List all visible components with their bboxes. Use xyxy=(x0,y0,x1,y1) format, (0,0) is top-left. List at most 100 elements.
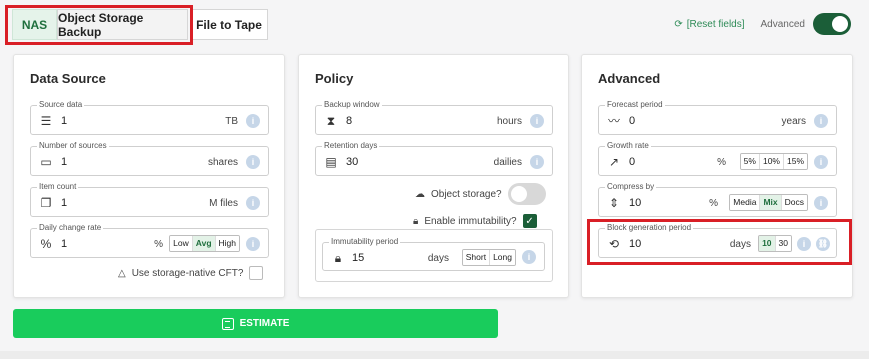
daily-change-rate-field[interactable]: Daily change rate % 1 % Low Avg High i xyxy=(30,223,269,258)
retention-days-value[interactable]: 30 xyxy=(346,156,358,168)
block-generation-period-label: Block generation period xyxy=(605,223,694,233)
copy-icon: ❐ xyxy=(40,196,52,210)
cft-checkbox[interactable] xyxy=(249,266,264,280)
policy-title: Policy xyxy=(315,71,354,86)
top-controls: ⟳ [Reset fields] Advanced xyxy=(674,13,851,35)
info-icon[interactable]: i xyxy=(246,114,260,128)
immutability-period-label: Immutability period xyxy=(329,237,401,247)
forecast-period-unit: years xyxy=(781,116,806,127)
preset-5[interactable]: 5% xyxy=(740,154,760,169)
growth-rate-field[interactable]: Growth rate ↗ 0 % 5% 10% 15% i xyxy=(598,141,837,176)
compress-by-value[interactable]: 10 xyxy=(629,197,641,209)
tab-nas[interactable]: NAS xyxy=(12,9,57,40)
growth-rate-unit: % xyxy=(717,157,726,168)
advanced-toggle[interactable] xyxy=(813,13,851,35)
reset-fields-link[interactable]: ⟳ [Reset fields] xyxy=(674,19,744,30)
number-of-sources-unit: shares xyxy=(207,157,238,168)
preset-low[interactable]: Low xyxy=(170,236,193,251)
lock-icon: 🔒︎ xyxy=(413,215,419,227)
retention-days-unit: dailies xyxy=(493,157,522,168)
growth-rate-value[interactable]: 0 xyxy=(629,156,635,168)
block-generation-period-unit: days xyxy=(729,239,751,250)
source-data-field[interactable]: Source data ☰ 1 TB i xyxy=(30,100,269,135)
daily-change-rate-unit: % xyxy=(154,239,163,250)
preset-high[interactable]: High xyxy=(215,236,239,251)
preset-docs[interactable]: Docs xyxy=(781,195,807,210)
immutability-checkbox[interactable]: ✓ xyxy=(522,214,537,228)
immutability-period-field[interactable]: Immutability period 🔒︎ 15 days Short Lon… xyxy=(322,237,545,271)
info-icon[interactable]: i xyxy=(246,155,260,169)
number-of-sources-label: Number of sources xyxy=(37,141,109,151)
compress-by-presets: Media Mix Docs xyxy=(729,194,808,211)
object-storage-row: ☁ Object storage? xyxy=(415,183,546,205)
cft-row: △ Use storage-native CFT? xyxy=(118,266,264,280)
mode-tabs: NAS Object Storage Backup File to Tape xyxy=(12,9,268,40)
preset-10-days[interactable]: 10 xyxy=(759,236,776,251)
preset-15[interactable]: 15% xyxy=(783,154,807,169)
block-generation-period-field[interactable]: Block generation period ⟲ 10 days 10 30 … xyxy=(598,223,837,258)
object-storage-toggle[interactable] xyxy=(507,183,546,205)
info-icon[interactable]: i xyxy=(814,196,828,210)
trend-line-icon: 〰 xyxy=(607,114,620,128)
daily-change-rate-value[interactable]: 1 xyxy=(61,238,67,250)
cft-label: Use storage-native CFT? xyxy=(131,267,244,279)
advanced-label: Advanced xyxy=(760,18,805,30)
daily-change-rate-label: Daily change rate xyxy=(37,223,104,233)
calendar-icon: ▤ xyxy=(325,155,337,169)
percent-icon: % xyxy=(40,237,52,251)
preset-short[interactable]: Short xyxy=(462,250,491,265)
forecast-period-value[interactable]: 0 xyxy=(629,115,635,127)
warning-triangle-icon: △ xyxy=(118,267,126,279)
retention-days-field[interactable]: Retention days ▤ 30 dailies i xyxy=(315,141,553,176)
link-icon[interactable]: ⛓ xyxy=(816,237,830,251)
estimate-button[interactable]: ESTIMATE xyxy=(13,309,498,338)
preset-long[interactable]: Long xyxy=(490,250,515,265)
source-data-value[interactable]: 1 xyxy=(61,115,67,127)
list-icon: ☰ xyxy=(40,114,52,128)
compress-by-unit: % xyxy=(709,198,718,209)
info-icon[interactable]: i xyxy=(814,155,828,169)
daily-change-rate-presets: Low Avg High xyxy=(169,235,240,252)
preset-mix[interactable]: Mix xyxy=(760,195,782,210)
number-of-sources-value[interactable]: 1 xyxy=(61,156,67,168)
compress-icon: ⇕ xyxy=(608,196,620,210)
compress-by-label: Compress by xyxy=(605,182,657,192)
object-storage-label: Object storage? xyxy=(431,188,502,200)
info-icon[interactable]: i xyxy=(530,155,544,169)
immutability-period-unit: days xyxy=(427,253,449,264)
growth-rate-presets: 5% 10% 15% xyxy=(739,153,808,170)
preset-30-days[interactable]: 30 xyxy=(775,236,791,251)
backup-window-value[interactable]: 8 xyxy=(346,115,352,127)
refresh-icon: ⟳ xyxy=(674,18,683,30)
preset-media[interactable]: Media xyxy=(730,195,761,210)
backup-window-field[interactable]: Backup window ⧗ 8 hours i xyxy=(315,100,553,135)
preset-avg[interactable]: Avg xyxy=(192,236,216,251)
info-icon[interactable]: i xyxy=(246,237,260,251)
info-icon[interactable]: i xyxy=(814,114,828,128)
compress-by-field[interactable]: Compress by ⇕ 10 % Media Mix Docs i xyxy=(598,182,837,217)
trending-up-icon: ↗ xyxy=(608,155,620,169)
lock-icon: 🔒︎ xyxy=(334,251,342,265)
item-count-value[interactable]: 1 xyxy=(61,197,67,209)
data-source-title: Data Source xyxy=(30,71,106,86)
forecast-period-field[interactable]: Forecast period 〰 0 years i xyxy=(598,100,837,135)
advanced-title: Advanced xyxy=(598,71,661,86)
growth-rate-label: Growth rate xyxy=(605,141,651,151)
info-icon[interactable]: i xyxy=(797,237,811,251)
policy-panel: Policy Backup window ⧗ 8 hours i Retenti… xyxy=(298,54,569,298)
history-icon: ⟲ xyxy=(608,237,620,251)
advanced-panel: Advanced Forecast period 〰 0 years i Gro… xyxy=(581,54,853,298)
info-icon[interactable]: i xyxy=(246,196,260,210)
bottom-divider xyxy=(0,351,869,359)
block-generation-period-value[interactable]: 10 xyxy=(629,238,641,250)
item-count-field[interactable]: Item count ❐ 1 M files i xyxy=(30,182,269,217)
number-of-sources-field[interactable]: Number of sources ▭ 1 shares i xyxy=(30,141,269,176)
immutability-label: Enable immutability? xyxy=(424,215,517,227)
info-icon[interactable]: i xyxy=(530,114,544,128)
tab-file-to-tape[interactable]: File to Tape xyxy=(190,9,268,40)
immutability-period-value[interactable]: 15 xyxy=(352,252,364,264)
backup-window-unit: hours xyxy=(496,116,522,127)
tab-object-storage-backup[interactable]: Object Storage Backup xyxy=(57,9,188,40)
info-icon[interactable]: i xyxy=(522,250,536,264)
preset-10[interactable]: 10% xyxy=(759,154,784,169)
